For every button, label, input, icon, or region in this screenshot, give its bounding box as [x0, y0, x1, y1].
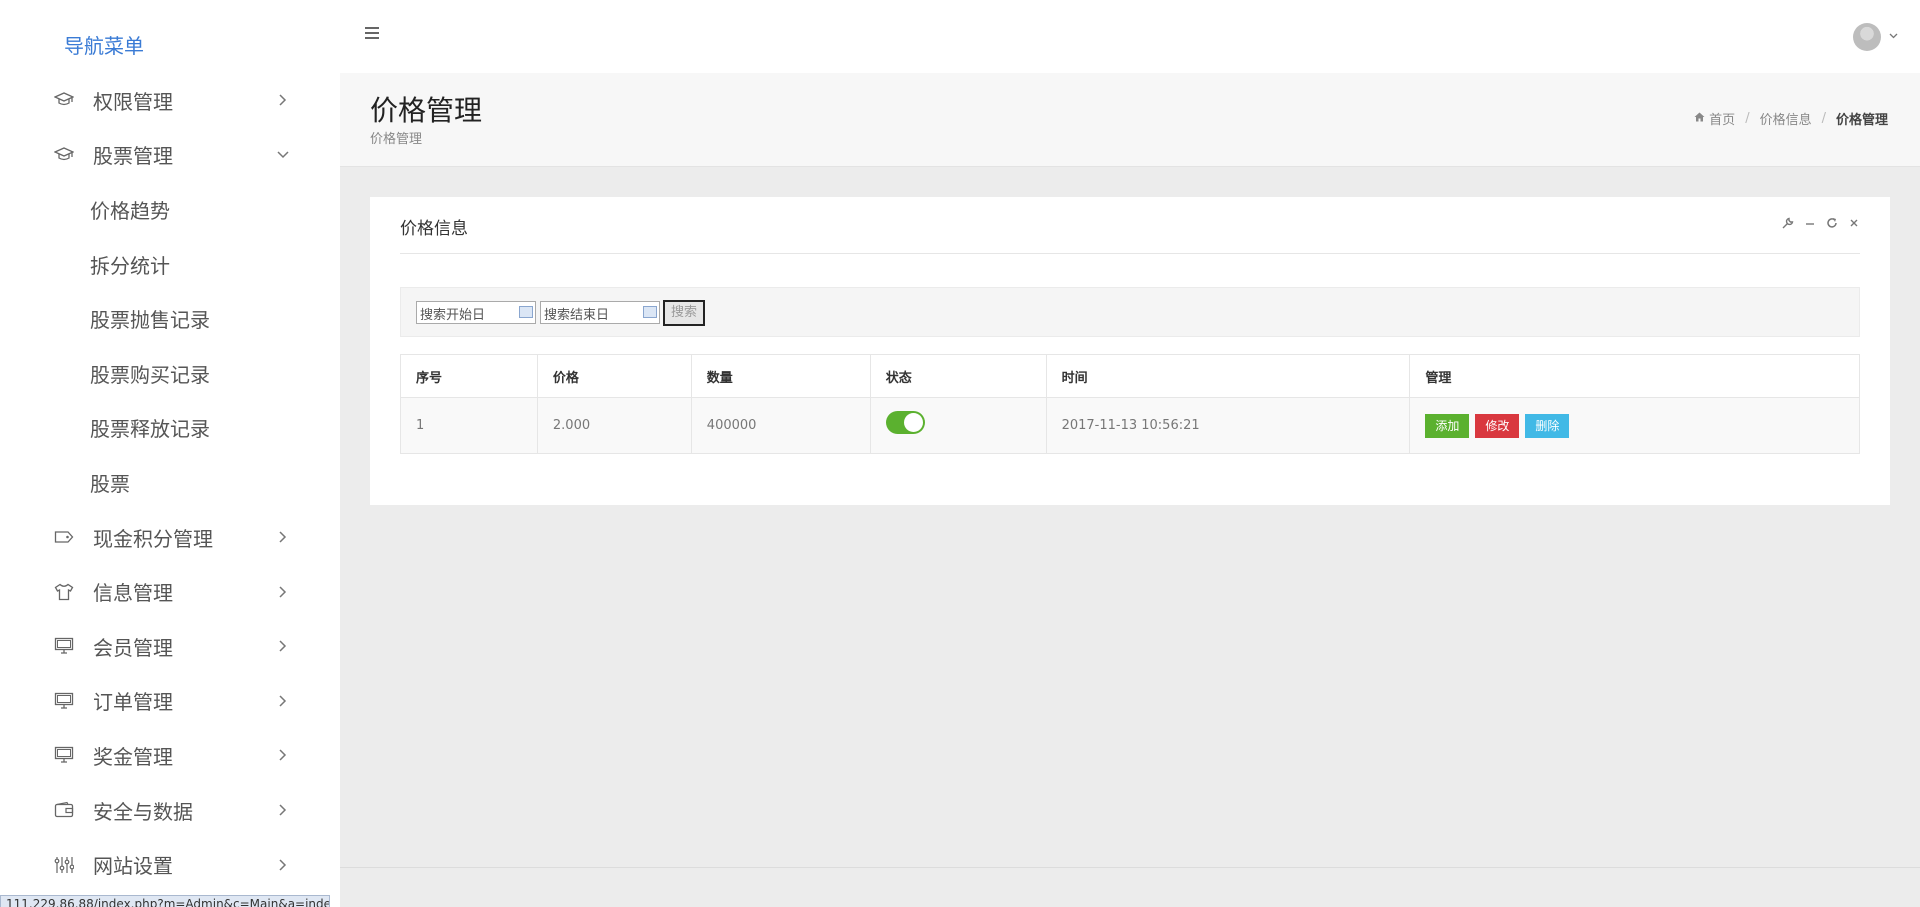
sidebar-item-label: 会员管理 [93, 635, 173, 660]
col-header-price: 价格 [536, 354, 692, 398]
col-header-time: 时间 [1045, 354, 1411, 398]
price-info-panel: 价格信息 搜索开始日 搜索结束日 搜索 序号 价格 数量 状态 时间 管理 1 … [370, 197, 1890, 505]
sliders-icon [52, 853, 76, 877]
calendar-icon[interactable] [643, 306, 657, 318]
graduation-cap-icon [52, 88, 76, 112]
chevron-right-icon [276, 858, 290, 872]
nav-title: 导航菜单 [64, 34, 144, 58]
cell-time: 2017-11-13 10:56:21 [1045, 397, 1411, 454]
panel-title: 价格信息 [400, 219, 468, 239]
sidebar-item-label: 网站设置 [93, 854, 173, 879]
refresh-icon[interactable] [1826, 217, 1838, 233]
search-button[interactable]: 搜索 [663, 300, 705, 326]
start-date-input[interactable]: 搜索开始日 [416, 301, 536, 324]
page-title: 价格管理 [370, 94, 483, 127]
sidebar-subitem-stock-sell-records[interactable]: 股票抛售记录 [0, 291, 340, 346]
sidebar-item-label: 权限管理 [93, 89, 173, 114]
toggle-knob [903, 413, 923, 432]
calendar-icon[interactable] [519, 306, 533, 318]
monitor-icon [52, 743, 76, 767]
chevron-down-icon [276, 148, 290, 162]
panel-tools [1782, 217, 1860, 233]
col-header-quantity: 数量 [690, 354, 871, 398]
sidebar-item-security-data[interactable]: 安全与数据 [0, 783, 340, 838]
sidebar-item-label: 现金积分管理 [93, 526, 213, 551]
chevron-right-icon [276, 93, 290, 107]
page-subtitle: 价格管理 [370, 132, 423, 147]
sidebar-item-label: 安全与数据 [93, 799, 193, 824]
col-header-status: 状态 [869, 354, 1047, 398]
monitor-icon [52, 634, 76, 658]
chevron-down-icon[interactable] [1889, 31, 1898, 42]
add-button[interactable]: 添加 [1425, 413, 1470, 438]
sidebar-item-label: 信息管理 [93, 581, 173, 606]
monitor-icon [52, 689, 76, 713]
chevron-right-icon [276, 530, 290, 544]
sidebar-item-bonus[interactable]: 奖金管理 [0, 728, 340, 783]
page-header: 价格管理 价格管理 首页 / 价格信息 / 价格管理 [340, 73, 1920, 167]
sidebar: 导航菜单 权限管理 股票管理 价格趋势 拆分统计 股票抛售记录 股票购买记录 股… [0, 0, 340, 907]
sidebar-item-stocks[interactable]: 股票管理 [0, 128, 340, 183]
delete-button[interactable]: 删除 [1525, 413, 1570, 438]
sidebar-subitem-split-stats[interactable]: 拆分统计 [0, 237, 340, 292]
close-icon[interactable] [1848, 217, 1860, 233]
breadcrumb-separator: / [1821, 111, 1826, 126]
sidebar-subitem-stock-buy-records[interactable]: 股票购买记录 [0, 346, 340, 401]
sidebar-item-label: 股票管理 [93, 144, 173, 169]
sidebar-item-info[interactable]: 信息管理 [0, 564, 340, 619]
sidebar-subitem-stock-release-records[interactable]: 股票释放记录 [0, 401, 340, 456]
sidebar-item-orders[interactable]: 订单管理 [0, 674, 340, 729]
divider [400, 253, 1860, 254]
browser-status-url: 111.229.86.88/index.php?m=Admin&c=Main&a… [0, 895, 330, 907]
user-avatar[interactable] [1853, 23, 1881, 51]
breadcrumb-current: 价格管理 [1835, 113, 1888, 128]
chevron-right-icon [276, 803, 290, 817]
home-icon [1694, 111, 1705, 126]
price-table: 序号 价格 数量 状态 时间 管理 1 2.000 400000 2017-11… [400, 354, 1860, 454]
chevron-right-icon [276, 639, 290, 653]
sidebar-item-site-settings[interactable]: 网站设置 [0, 837, 340, 892]
sidebar-item-permissions[interactable]: 权限管理 [0, 73, 340, 128]
minus-icon[interactable] [1804, 217, 1816, 233]
sidebar-subitem-stock[interactable]: 股票 [0, 455, 340, 510]
wallet-icon [52, 798, 76, 822]
sidebar-item-label: 订单管理 [93, 690, 173, 715]
tag-icon [52, 525, 76, 549]
col-header-manage: 管理 [1409, 354, 1860, 398]
hamburger-menu-icon[interactable] [365, 27, 379, 39]
nav-list: 权限管理 股票管理 价格趋势 拆分统计 股票抛售记录 股票购买记录 股票释放记录… [0, 73, 340, 892]
breadcrumb-separator: / [1745, 111, 1750, 126]
table-row: 1 2.000 400000 2017-11-13 10:56:21 添加 修改删… [400, 397, 1860, 454]
cell-price: 2.000 [536, 397, 692, 454]
topbar [340, 0, 1920, 73]
sidebar-subitem-price-trend[interactable]: 价格趋势 [0, 182, 340, 237]
chevron-right-icon [276, 694, 290, 708]
sidebar-item-members[interactable]: 会员管理 [0, 619, 340, 674]
graduation-cap-icon [52, 143, 76, 167]
cell-id: 1 [400, 397, 538, 454]
sidebar-item-label: 奖金管理 [93, 744, 173, 769]
cell-status [869, 397, 1047, 454]
end-date-input[interactable]: 搜索结束日 [540, 301, 660, 324]
filter-bar: 搜索开始日 搜索结束日 搜索 [400, 287, 1860, 337]
table-header-row: 序号 价格 数量 状态 时间 管理 [400, 354, 1860, 398]
wrench-icon[interactable] [1782, 217, 1794, 233]
footer-divider [340, 867, 1920, 868]
status-toggle[interactable] [885, 411, 925, 434]
breadcrumb: 首页 / 价格信息 / 价格管理 [1694, 109, 1888, 128]
sidebar-item-cash-points[interactable]: 现金积分管理 [0, 510, 340, 565]
start-date-placeholder: 搜索开始日 [420, 308, 486, 323]
chevron-right-icon [276, 585, 290, 599]
breadcrumb-price-info[interactable]: 价格信息 [1760, 109, 1812, 128]
end-date-placeholder: 搜索结束日 [544, 308, 610, 323]
breadcrumb-home[interactable]: 首页 [1709, 109, 1735, 128]
cell-quantity: 400000 [690, 397, 871, 454]
shirt-icon [52, 580, 76, 604]
cell-actions: 添加 修改 删除 [1409, 397, 1860, 454]
edit-button[interactable]: 修改 [1475, 413, 1520, 438]
col-header-id: 序号 [400, 354, 538, 398]
chevron-right-icon [276, 748, 290, 762]
